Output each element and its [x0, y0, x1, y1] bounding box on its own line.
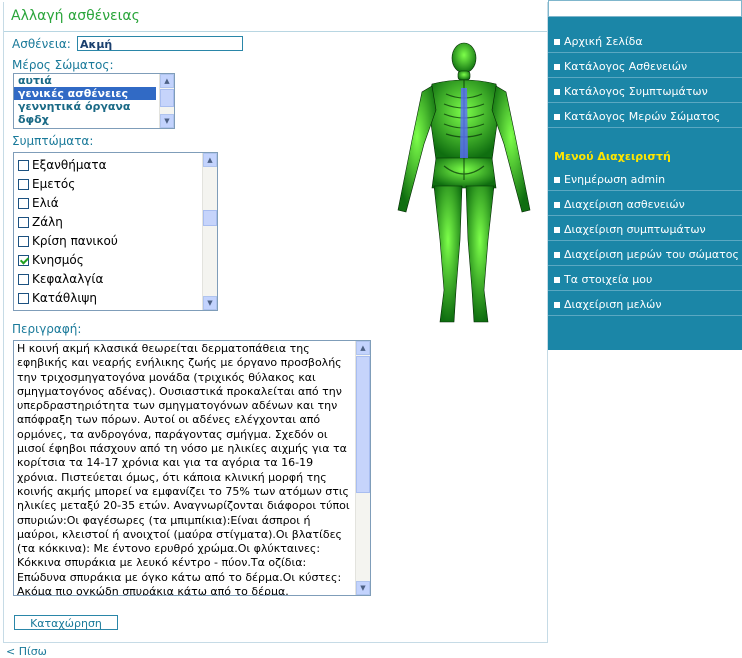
admin-nav-label: Διαχείριση συμπτωμάτων	[564, 223, 706, 236]
symptom-label: Ζάλη	[32, 215, 63, 229]
square-bullet-icon	[554, 176, 560, 183]
sidebar-nav-item[interactable]: Κατάλογος Συμπτωμάτων	[554, 85, 708, 98]
back-link[interactable]: < Πίσω	[6, 645, 47, 658]
checkbox-icon[interactable]	[18, 197, 29, 209]
checkbox-icon[interactable]	[18, 159, 29, 171]
square-bullet-icon	[554, 251, 560, 258]
square-bullet-icon	[554, 276, 560, 283]
symptoms-checklist[interactable]: Εξανθήματα Εμετός Ελιά Ζάλη Κρίση πανικού Κνη…	[13, 152, 218, 311]
symptom-checkbox-row[interactable]: Κατάθλιψη	[18, 289, 97, 307]
sidebar-nav-item[interactable]: Αρχική Σελίδα	[554, 35, 643, 48]
scroll-up-arrow-icon[interactable]: ▲	[160, 74, 174, 88]
symptom-label: Ελιά	[32, 196, 59, 210]
admin-nav-item[interactable]: Διαχείριση μερών του σώματος	[554, 248, 739, 261]
square-bullet-icon	[554, 301, 560, 308]
admin-nav-item[interactable]: Διαχείριση μελών	[554, 298, 661, 311]
symptom-checkbox-row[interactable]: Ελιά	[18, 194, 59, 212]
bodypart-option[interactable]: αυτιά	[14, 74, 156, 87]
description-textarea[interactable]: Η κοινή ακμή κλασικά θεωρείται δερματοπά…	[13, 340, 371, 596]
submit-button[interactable]: Καταχώρηση	[14, 615, 118, 630]
scroll-thumb[interactable]	[160, 89, 174, 107]
nav-divider	[548, 215, 742, 216]
checkbox-icon[interactable]	[18, 235, 29, 247]
scroll-down-arrow-icon[interactable]: ▼	[203, 296, 217, 310]
scroll-down-arrow-icon[interactable]: ▼	[160, 114, 174, 128]
symptom-label: Κεφαλαλγία	[32, 272, 104, 286]
admin-nav-item[interactable]: Διαχείριση ασθενειών	[554, 198, 685, 211]
symptom-checkbox-row[interactable]: Κεφαλαλγία	[18, 270, 103, 288]
scroll-up-arrow-icon[interactable]: ▲	[356, 341, 370, 355]
sidebar-nav-item[interactable]: Κατάλογος Μερών Σώματος	[554, 110, 720, 123]
square-bullet-icon	[554, 201, 560, 208]
human-body-image	[397, 42, 531, 323]
symptom-checkbox-row[interactable]: Κνησμός	[18, 251, 84, 269]
sidebar-nav-label: Αρχική Σελίδα	[564, 35, 643, 48]
nav-divider	[548, 127, 742, 128]
description-text: Η κοινή ακμή κλασικά θεωρείται δερματοπά…	[17, 342, 350, 596]
scroll-down-arrow-icon[interactable]: ▼	[356, 581, 370, 595]
nav-divider	[548, 190, 742, 191]
symptom-checkbox-row[interactable]: Εξανθήματα	[18, 156, 107, 174]
scroll-thumb[interactable]	[356, 356, 370, 493]
patient-label: Ασθένεια:	[12, 37, 71, 51]
symptom-label: Εξανθήματα	[32, 158, 107, 172]
sidebar-nav-label: Κατάλογος Ασθενειών	[564, 60, 688, 73]
nav-divider	[548, 52, 742, 53]
sidebar-nav-label: Κατάλογος Μερών Σώματος	[564, 110, 721, 123]
admin-menu-heading: Μενού Διαχειριστή	[554, 150, 671, 163]
nav-divider	[548, 240, 742, 241]
sidebar-nav-label: Κατάλογος Συμπτωμάτων	[564, 85, 708, 98]
nav-divider	[548, 102, 742, 103]
square-bullet-icon	[554, 113, 560, 120]
description-label: Περιγραφή:	[12, 322, 82, 336]
symptom-label: Εμετός	[32, 177, 76, 191]
scroll-up-arrow-icon[interactable]: ▲	[203, 153, 217, 167]
disease-name-input[interactable]: Ακμή	[77, 36, 243, 51]
sidebar: Αρχική Σελίδα Κατάλογος Ασθενειών Κατάλογο…	[548, 0, 742, 350]
symptom-checkbox-row[interactable]: Κρίση πανικού	[18, 232, 118, 250]
sidebar-nav-item[interactable]: Κατάλογος Ασθενειών	[554, 60, 687, 73]
bodypart-scrollbar[interactable]: ▲ ▼	[159, 74, 174, 128]
checkbox-icon[interactable]	[18, 273, 29, 285]
square-bullet-icon	[554, 226, 560, 233]
symptom-label: Κρίση πανικού	[32, 234, 118, 248]
bodypart-option[interactable]: γεννητικά όργανα	[14, 100, 156, 113]
admin-nav-item[interactable]: Διαχείριση συμπτωμάτων	[554, 223, 706, 236]
bodypart-select[interactable]: αυτιά γενικές ασθένειες γεννητικά όργανα δφ…	[13, 73, 175, 129]
nav-divider	[548, 290, 742, 291]
bodypart-option[interactable]: δφδχ	[14, 113, 156, 126]
bodypart-label: Μέρος Σώματος:	[12, 58, 114, 72]
admin-nav-label: Ενημέρωση admin	[564, 173, 666, 186]
square-bullet-icon	[554, 88, 560, 95]
admin-nav-item[interactable]: Τα στοιχεία μου	[554, 273, 652, 286]
nav-divider	[548, 265, 742, 266]
admin-nav-item[interactable]: Ενημέρωση admin	[554, 173, 665, 186]
symptoms-scrollbar[interactable]: ▲ ▼	[202, 153, 217, 310]
main-panel: Αλλαγή ασθένειας Ασθένεια: Ακμή Μέρος Σώ…	[3, 2, 548, 643]
nav-divider	[548, 77, 742, 78]
symptom-checkbox-row[interactable]: Εμετός	[18, 175, 75, 193]
admin-nav-label: Διαχείριση μελών	[564, 298, 662, 311]
symptom-label: Κνησμός	[32, 253, 84, 267]
page-title: Αλλαγή ασθένειας	[11, 8, 140, 24]
square-bullet-icon	[554, 38, 560, 45]
checkbox-icon[interactable]	[18, 216, 29, 228]
scroll-thumb[interactable]	[203, 210, 217, 226]
symptom-label: Κατάθλιψη	[32, 291, 97, 305]
checkbox-icon[interactable]	[18, 292, 29, 304]
symptoms-label: Συμπτώματα:	[12, 134, 94, 148]
admin-nav-label: Τα στοιχεία μου	[564, 273, 653, 286]
checkbox-icon[interactable]	[18, 178, 29, 190]
square-bullet-icon	[554, 63, 560, 70]
symptom-checkbox-row[interactable]: Ζάλη	[18, 213, 63, 231]
admin-nav-label: Διαχείριση μερών του σώματος	[564, 248, 739, 261]
sidebar-search-box[interactable]	[548, 0, 742, 17]
title-divider	[4, 31, 547, 32]
checkbox-checked-icon[interactable]	[18, 254, 29, 266]
nav-divider	[548, 315, 742, 316]
admin-nav-label: Διαχείριση ασθενειών	[564, 198, 685, 211]
description-scrollbar[interactable]: ▲ ▼	[355, 341, 370, 595]
bodypart-option[interactable]: γενικές ασθένειες	[14, 87, 156, 100]
